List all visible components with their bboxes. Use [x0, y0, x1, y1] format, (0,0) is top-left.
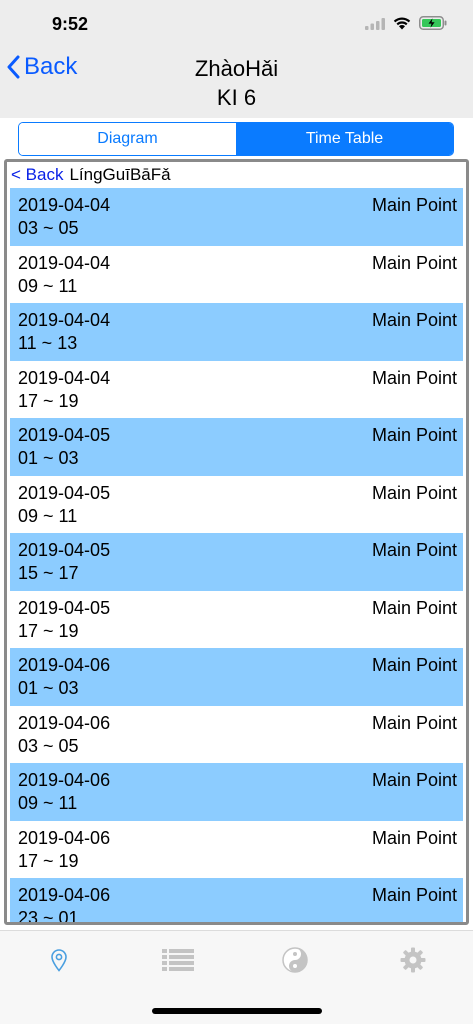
location-pin-icon	[51, 949, 67, 972]
battery-charging-icon	[419, 16, 447, 35]
row-time-range: 01 ~ 03	[18, 678, 79, 698]
table-row[interactable]: 2019-04-05 15 ~ 17 Main Point	[10, 533, 463, 591]
tab-yin-yang[interactable]	[275, 945, 315, 975]
table-row[interactable]: 2019-04-06 09 ~ 11 Main Point	[10, 763, 463, 821]
row-point-label: Main Point	[371, 195, 457, 215]
row-time-range: 03 ~ 05	[18, 735, 79, 756]
table-row[interactable]: 2019-04-06 17 ~ 19 Main Point	[10, 821, 463, 879]
sub-header-title: LíngGuīBāFǎ	[69, 165, 171, 184]
row-time-range: 09 ~ 11	[18, 793, 78, 813]
tab-location[interactable]	[39, 945, 79, 975]
table-row[interactable]: 2019-04-05 17 ~ 19 Main Point	[10, 591, 463, 649]
row-time-range: 15 ~ 17	[18, 563, 79, 583]
row-point-label: Main Point	[371, 367, 457, 388]
table-row[interactable]: 2019-04-05 09 ~ 11 Main Point	[10, 476, 463, 534]
navigation-bar: Back ZhàoHǎi KI 6	[0, 44, 473, 118]
row-point-label: Main Point	[371, 310, 457, 330]
yin-yang-icon	[282, 947, 308, 973]
row-time-range: 01 ~ 03	[18, 448, 79, 468]
wifi-icon	[393, 17, 411, 35]
status-time: 9:52	[52, 14, 89, 34]
sub-header: < Back LíngGuīBāFǎ	[7, 162, 466, 188]
segment-diagram[interactable]: Diagram	[19, 123, 236, 155]
sub-back-link[interactable]: < Back	[11, 165, 63, 185]
row-point-label: Main Point	[371, 712, 457, 733]
tab-settings[interactable]	[393, 945, 433, 975]
row-point-label: Main Point	[371, 770, 457, 790]
home-indicator	[152, 1008, 322, 1014]
table-row[interactable]: 2019-04-05 01 ~ 03 Main Point	[10, 418, 463, 476]
row-point-label: Main Point	[371, 540, 457, 560]
row-time-range: 17 ~ 19	[18, 390, 79, 411]
row-point-label: Main Point	[371, 425, 457, 445]
page-title-line2: KI 6	[216, 85, 257, 110]
table-row[interactable]: 2019-04-06 23 ~ 01 Main Point	[10, 878, 463, 925]
segment-time-table[interactable]: Time Table	[236, 123, 453, 155]
row-time-range: 03 ~ 05	[18, 218, 79, 238]
row-time-range: 17 ~ 19	[18, 620, 79, 641]
table-row[interactable]: 2019-04-04 17 ~ 19 Main Point	[10, 361, 463, 419]
row-point-label: Main Point	[371, 482, 457, 503]
tab-list[interactable]	[158, 945, 198, 975]
row-time-range: 09 ~ 11	[18, 275, 78, 296]
row-point-label: Main Point	[371, 252, 457, 273]
time-table-list[interactable]: < Back LíngGuīBāFǎ 2019-04-04 03 ~ 05 Main…	[4, 159, 469, 925]
table-row[interactable]: 2019-04-06 03 ~ 05 Main Point	[10, 706, 463, 764]
page-title-line1: ZhàoHǎi	[194, 56, 279, 81]
signal-icon	[365, 17, 385, 35]
row-time-range: 11 ~ 13	[18, 333, 78, 353]
gear-icon	[400, 947, 426, 973]
row-time-range: 23 ~ 01	[18, 908, 79, 925]
row-time-range: 17 ~ 19	[18, 850, 79, 871]
page-title: ZhàoHǎi KI 6	[0, 54, 473, 112]
status-icons	[365, 16, 447, 35]
table-row[interactable]: 2019-04-04 03 ~ 05 Main Point	[10, 188, 463, 246]
view-segmented-control: Diagram Time Table	[18, 122, 454, 156]
rows-container: 2019-04-04 03 ~ 05 Main Point 2019-04-04 09 …	[7, 188, 466, 925]
table-row[interactable]: 2019-04-06 01 ~ 03 Main Point	[10, 648, 463, 706]
list-icon	[162, 949, 194, 971]
table-row[interactable]: 2019-04-04 09 ~ 11 Main Point	[10, 246, 463, 304]
table-row[interactable]: 2019-04-04 11 ~ 13 Main Point	[10, 303, 463, 361]
row-point-label: Main Point	[371, 597, 457, 618]
row-point-label: Main Point	[371, 885, 457, 905]
status-bar: 9:52	[0, 0, 473, 44]
row-point-label: Main Point	[371, 655, 457, 675]
row-point-label: Main Point	[371, 827, 457, 848]
row-time-range: 09 ~ 11	[18, 505, 78, 526]
